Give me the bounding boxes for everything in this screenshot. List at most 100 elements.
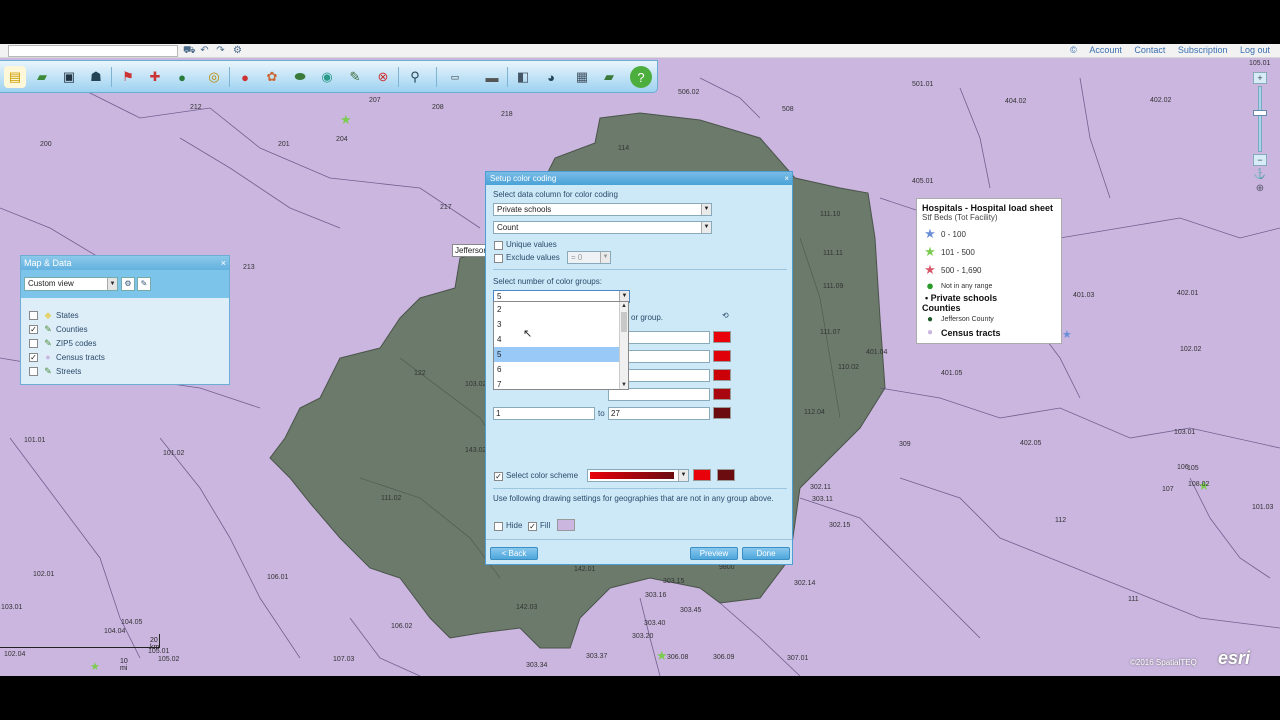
settings-icon[interactable]: ⚙ — [232, 45, 243, 56]
layer-checkbox[interactable] — [29, 310, 38, 320]
fill-checkbox[interactable]: ✓ — [528, 522, 537, 531]
print-icon[interactable]: ◧ — [512, 66, 534, 88]
group-color-swatch[interactable] — [713, 369, 731, 381]
dropdown-option[interactable]: 7 — [494, 377, 628, 392]
export-icon[interactable]: ◕ — [540, 66, 562, 88]
target-icon[interactable]: ◎ — [203, 66, 225, 88]
scheme-end-swatch[interactable] — [717, 469, 735, 481]
group-color-swatch[interactable] — [713, 407, 731, 419]
layer-item-states[interactable]: ◆ States — [29, 308, 229, 322]
layer-checkbox[interactable] — [29, 338, 38, 348]
scroll-down-icon[interactable]: ▼ — [620, 381, 628, 389]
ruler-icon[interactable]: ▬ — [481, 66, 503, 88]
route-icon[interactable]: ✎ — [344, 66, 366, 88]
refresh-icon[interactable]: ⟲ — [722, 311, 732, 321]
people-icon[interactable]: ☗ — [85, 66, 107, 88]
redo-icon[interactable]: ↷ — [215, 45, 226, 56]
app-window: ⛟ ↶ ↷ ⚙ © Account Contact Subscription L… — [0, 44, 1280, 676]
legend-row: ★ 0 - 100 — [922, 225, 1056, 243]
globe-icon[interactable]: ● — [171, 66, 193, 88]
fill-color-swatch[interactable] — [557, 519, 575, 531]
text-icon[interactable]: ▭ — [444, 66, 466, 88]
locate-icon[interactable]: ⊕ — [1253, 182, 1267, 196]
chevron-down-icon[interactable]: ▼ — [701, 222, 711, 233]
scheme-start-swatch[interactable] — [693, 469, 711, 481]
delete-icon[interactable]: ⊗ — [372, 66, 394, 88]
layer-item-zip5[interactable]: ✎ ZIP5 codes — [29, 336, 229, 350]
help-icon[interactable]: ? — [630, 66, 652, 88]
group-color-swatch[interactable] — [713, 388, 731, 400]
tract-label: 106.02 — [391, 623, 413, 630]
layer-icon: ✎ — [44, 338, 52, 348]
open-icon[interactable]: ▰ — [31, 66, 53, 88]
colorcode-icon[interactable]: ● — [234, 66, 256, 88]
group-to-input[interactable]: 27 — [608, 407, 710, 420]
exclude-values-select[interactable]: = 0 ▼ — [567, 251, 611, 264]
exclude-values-checkbox[interactable] — [494, 254, 503, 263]
chevron-down-icon[interactable]: ▼ — [107, 278, 117, 290]
column-select[interactable]: Private schools ▼ — [493, 203, 712, 216]
circle-icon: ● — [926, 326, 934, 338]
dropdown-option[interactable]: 6 — [494, 362, 628, 377]
puzzle-icon[interactable]: ✚ — [144, 66, 166, 88]
territory-icon[interactable]: ⬬ — [289, 66, 311, 88]
back-button[interactable]: < Back — [490, 547, 538, 560]
subscription-link[interactable]: Subscription — [1178, 45, 1228, 55]
num-groups-dropdown-list[interactable]: 2 3 4 5 6 7 ▲ ▼ — [493, 301, 629, 390]
dropdown-scrollbar[interactable]: ▲ ▼ — [619, 302, 628, 389]
zoom-out-icon[interactable]: − — [1253, 154, 1267, 166]
aggregate-select[interactable]: Count ▼ — [493, 221, 712, 234]
svg-text:★: ★ — [1062, 329, 1072, 341]
layer-item-streets[interactable]: ✎ Streets — [29, 364, 229, 378]
pan-icon[interactable]: ⚓ — [1253, 168, 1267, 182]
tract-label: 212 — [190, 104, 202, 111]
grid-icon[interactable]: ▦ — [571, 66, 593, 88]
chevron-down-icon[interactable]: ▼ — [678, 470, 688, 481]
undo-icon[interactable]: ↶ — [199, 45, 210, 56]
group-color-swatch[interactable] — [713, 331, 731, 343]
edit-icon[interactable]: ✎ — [137, 277, 151, 291]
aggregate-select-value: Count — [497, 223, 519, 232]
chevron-down-icon[interactable]: ▼ — [600, 252, 610, 263]
contact-link[interactable]: Contact — [1134, 45, 1165, 55]
chevron-down-icon[interactable]: ▼ — [701, 204, 711, 215]
data-icon[interactable]: ▰ — [598, 66, 620, 88]
save-icon[interactable]: ▣ — [58, 66, 80, 88]
close-icon[interactable]: × — [784, 172, 789, 185]
legend-row-label: 101 - 500 — [941, 247, 975, 257]
scroll-thumb[interactable] — [621, 312, 627, 332]
layer-checkbox[interactable]: ✓ — [29, 324, 38, 334]
logout-link[interactable]: Log out — [1240, 45, 1270, 55]
group-color-swatch[interactable] — [713, 350, 731, 362]
zoom-slider-track[interactable] — [1258, 86, 1262, 152]
color-scheme-checkbox[interactable]: ✓ — [494, 472, 503, 481]
color-scheme-select[interactable]: ▼ — [587, 469, 689, 482]
address-input[interactable] — [8, 45, 178, 57]
hide-checkbox[interactable] — [494, 522, 503, 531]
layer-item-census-tracts[interactable]: ✓ ● Census tracts — [29, 350, 229, 364]
new-icon[interactable]: ▤ — [4, 66, 26, 88]
account-link[interactable]: Account — [1089, 45, 1122, 55]
group-from-input[interactable]: 1 — [493, 407, 595, 420]
search-icon[interactable]: ⚲ — [404, 66, 426, 88]
layers-icon[interactable]: ✿ — [261, 66, 283, 88]
done-button[interactable]: Done — [742, 547, 790, 560]
preview-button[interactable]: Preview — [690, 547, 738, 560]
settings-icon[interactable]: ⚙ — [121, 277, 135, 291]
pushpin-icon[interactable]: ⚑ — [117, 66, 139, 88]
layer-checkbox[interactable] — [29, 366, 38, 376]
unique-values-checkbox[interactable] — [494, 241, 503, 250]
zoom-slider-handle[interactable] — [1253, 110, 1267, 116]
layer-checkbox[interactable]: ✓ — [29, 352, 38, 362]
dropdown-option-selected[interactable]: 5 — [494, 347, 628, 362]
close-icon[interactable]: × — [221, 256, 226, 270]
dropdown-option[interactable]: 2 — [494, 302, 628, 317]
dropdown-option[interactable]: 4 — [494, 332, 628, 347]
view-select[interactable]: Custom view ▼ — [24, 277, 118, 291]
ring-icon[interactable]: ◉ — [316, 66, 338, 88]
layer-item-counties[interactable]: ✓ ✎ Counties — [29, 322, 229, 336]
scroll-up-icon[interactable]: ▲ — [620, 302, 628, 310]
dropdown-option[interactable]: 3 — [494, 317, 628, 332]
car-icon[interactable]: ⛟ — [183, 45, 196, 56]
zoom-in-icon[interactable]: + — [1253, 72, 1267, 84]
